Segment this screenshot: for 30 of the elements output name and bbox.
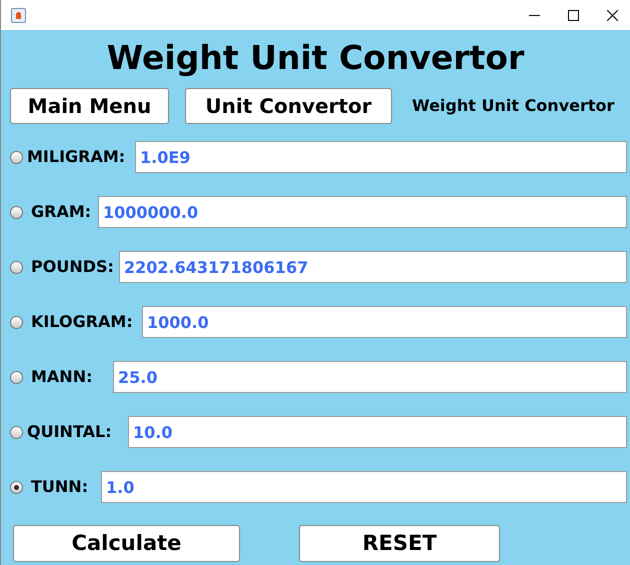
unit-label: MANN: (31, 367, 92, 386)
action-button[interactable]: Calculate (13, 525, 240, 562)
unit-label: QUINTAL: (27, 422, 112, 441)
subtitle: Weight Unit Convertor (412, 95, 614, 117)
unit-label: KILOGRAM: (31, 312, 133, 331)
maximize-icon[interactable] (568, 10, 579, 20)
app-icon (11, 8, 26, 22)
radio-button[interactable] (10, 260, 23, 274)
value-field[interactable]: 2202.643171806167 (119, 251, 627, 283)
value-field[interactable]: 1.0E9 (135, 141, 627, 173)
unit-label: GRAM: (31, 202, 92, 221)
value-field[interactable]: 1000.0 (142, 306, 627, 338)
nav-button[interactable]: Unit Convertor (185, 88, 392, 124)
unit-label: TUNN: (31, 477, 88, 496)
value-field[interactable]: 25.0 (113, 361, 627, 393)
radio-button[interactable] (10, 480, 23, 494)
unit-label: POUNDS: (31, 257, 114, 276)
value-field[interactable]: 1000000.0 (98, 196, 627, 228)
value-field[interactable]: 10.0 (128, 416, 627, 448)
close-icon[interactable] (607, 10, 618, 20)
value-field[interactable]: 1.0 (101, 471, 627, 503)
radio-button[interactable] (10, 316, 23, 328)
action-button[interactable]: RESET (299, 525, 500, 562)
unit-label: MILIGRAM: (27, 147, 126, 166)
nav-button[interactable]: Main Menu (10, 88, 169, 124)
radio-button[interactable] (10, 426, 23, 438)
radio-button[interactable] (10, 150, 23, 164)
radio-button[interactable] (10, 206, 23, 218)
radio-button[interactable] (10, 370, 23, 384)
page-heading: Weight Unit Convertor (106, 37, 524, 79)
